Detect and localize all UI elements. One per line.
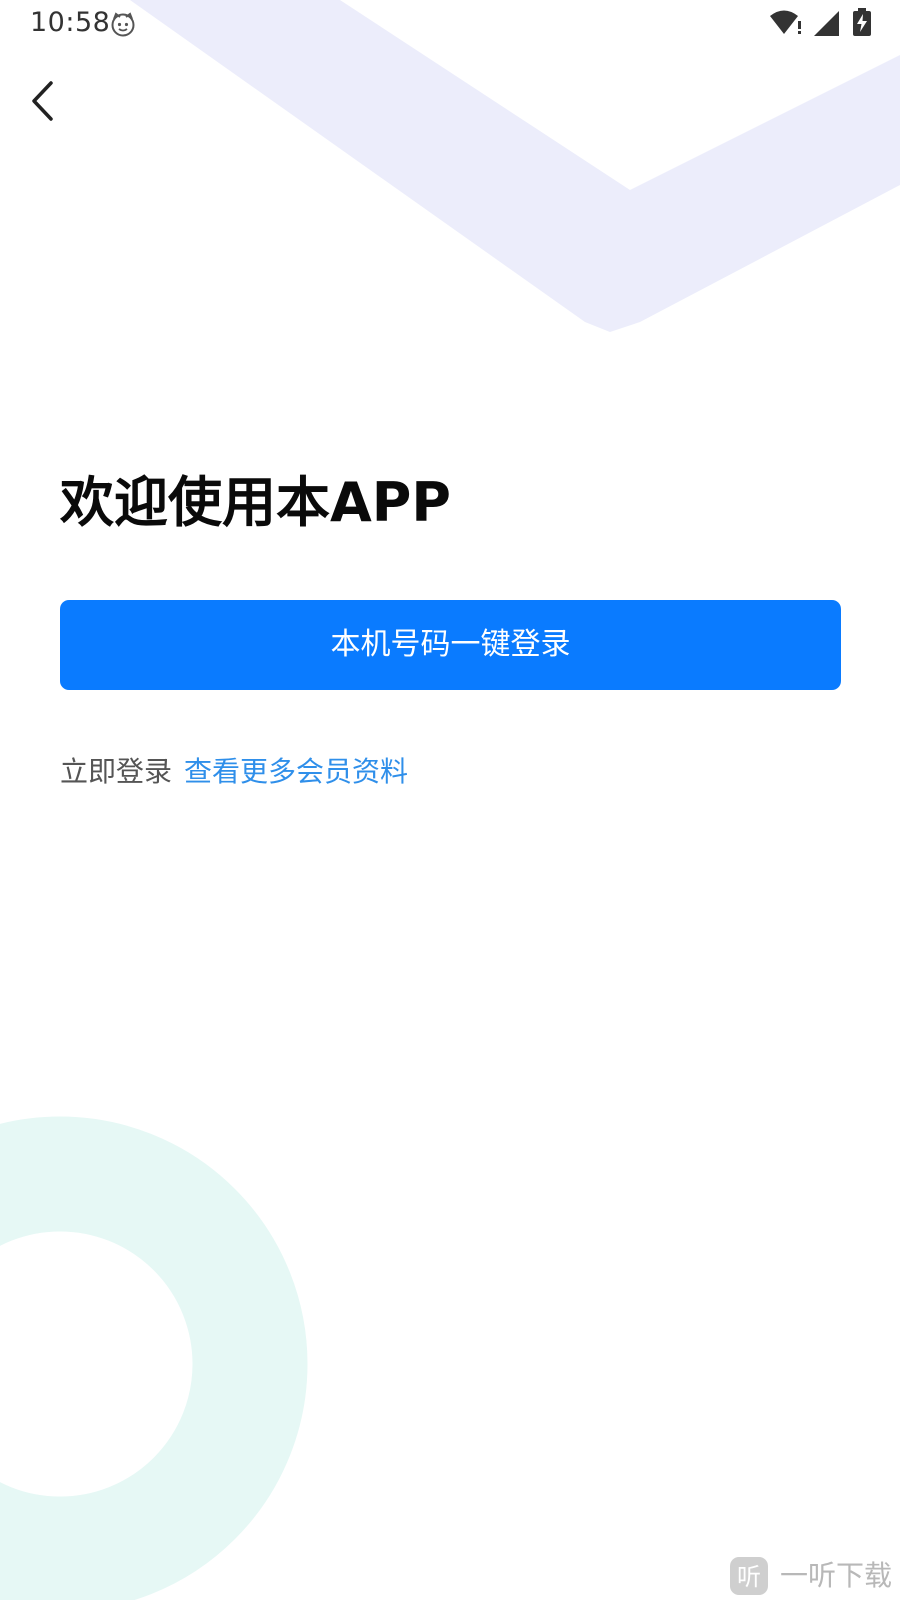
watermark-logo-icon: 听 <box>729 1557 768 1595</box>
watermark: 听 一听下载 <box>729 1556 892 1600</box>
one-click-login-button[interactable]: 本机号码一键登录 <box>60 600 841 690</box>
back-button[interactable] <box>22 74 70 128</box>
signal-icon <box>814 11 839 36</box>
status-time: 10:58 <box>30 7 111 38</box>
watermark-logo-char: 听 <box>737 1563 761 1591</box>
wifi-icon <box>770 10 801 34</box>
more-member-info-link[interactable]: 查看更多会员资料 <box>184 755 408 788</box>
watermark-text: 一听下载 <box>779 1559 892 1592</box>
login-links-row: 立即登录 查看更多会员资料 <box>60 752 408 792</box>
mint-ring-shape <box>0 1116 308 1600</box>
chevron-left-icon <box>32 81 53 121</box>
battery-charging-icon <box>853 8 871 36</box>
cat-face-icon <box>111 12 135 37</box>
welcome-title: 欢迎使用本APP <box>60 471 451 534</box>
background-decoration <box>0 0 900 1600</box>
status-bar: 10:58 <box>0 0 900 46</box>
purple-chevron-shape <box>130 0 900 332</box>
login-now-link[interactable]: 立即登录 <box>60 755 172 788</box>
